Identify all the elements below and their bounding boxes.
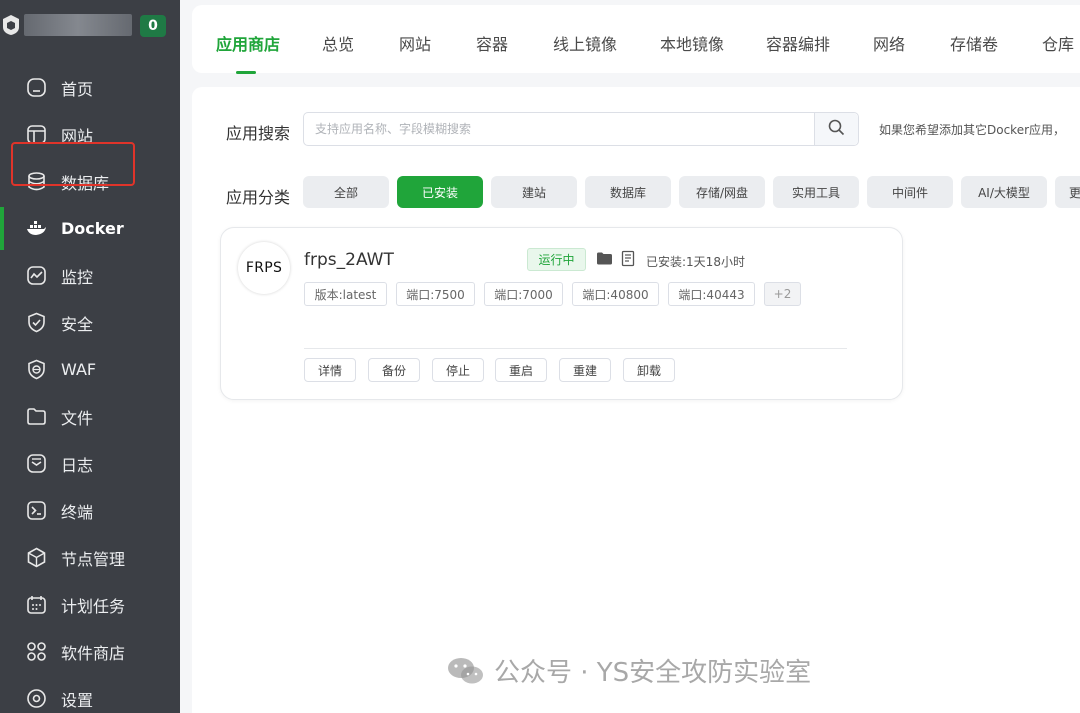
sidebar-item-label: WAF: [61, 360, 97, 379]
tab-compose[interactable]: 容器编排: [766, 31, 830, 55]
sidebar-item-settings[interactable]: 设置: [0, 675, 180, 713]
category-more[interactable]: 更: [1055, 176, 1080, 208]
tab-overview[interactable]: 总览: [322, 31, 354, 55]
backup-button[interactable]: 备份: [368, 358, 420, 382]
settings-icon: [26, 688, 47, 709]
sidebar-item-label: Docker: [61, 219, 124, 238]
app-logo: FRPS: [238, 242, 290, 294]
sidebar-item-label: 文件: [61, 408, 94, 428]
tab-local-images[interactable]: 本地镜像: [660, 31, 724, 55]
sidebar-item-label: 日志: [61, 455, 94, 475]
card-divider: [304, 348, 847, 349]
apps-icon: [26, 641, 47, 662]
brand-logo-icon: [2, 14, 20, 36]
rebuild-button[interactable]: 重建: [559, 358, 611, 382]
app-store-panel: 应用搜索 如果您希望添加其它Docker应用， 应用分类 全部 已安装 建站 数…: [192, 87, 1080, 713]
sidebar-item-docker[interactable]: Docker: [0, 205, 180, 252]
search-button[interactable]: [814, 113, 858, 145]
tab-network[interactable]: 网络: [873, 31, 905, 55]
port-tag: 端口:7500: [396, 282, 475, 306]
sidebar-item-terminal[interactable]: 终端: [0, 487, 180, 534]
category-tools[interactable]: 实用工具: [773, 176, 859, 208]
watermark-text: 公众号 · YS安全攻防实验室: [494, 658, 812, 688]
sidebar-item-cron[interactable]: 计划任务: [0, 581, 180, 628]
app-quick-actions: [596, 250, 637, 267]
log-icon: [26, 453, 47, 474]
port-tag: 端口:7000: [484, 282, 563, 306]
search-icon: [828, 119, 845, 140]
sidebar-item-label: 监控: [61, 267, 94, 287]
main-area: 应用商店 总览 网站 容器 线上镜像 本地镜像 容器编排 网络 存储卷 仓库 应…: [180, 0, 1080, 713]
brand: 0: [0, 0, 180, 52]
shield-icon: [26, 312, 47, 333]
tab-volumes[interactable]: 存储卷: [950, 31, 998, 55]
tab-app-store[interactable]: 应用商店: [216, 31, 280, 55]
docker-tabs: 应用商店 总览 网站 容器 线上镜像 本地镜像 容器编排 网络 存储卷 仓库: [192, 5, 1080, 74]
add-app-hint: 如果您希望添加其它Docker应用，: [879, 123, 1066, 137]
sidebar-item-label: 安全: [61, 314, 94, 334]
more-ports-tag[interactable]: +2: [764, 282, 801, 306]
installed-duration: 已安装:1天18小时: [646, 255, 745, 269]
status-badge: 运行中: [527, 248, 586, 271]
port-tag: 端口:40800: [572, 282, 659, 306]
details-button[interactable]: 详情: [304, 358, 356, 382]
home-icon: [26, 77, 47, 98]
tab-website[interactable]: 网站: [399, 31, 431, 55]
category-installed[interactable]: 已安装: [397, 176, 483, 208]
notification-badge[interactable]: 0: [140, 15, 166, 37]
sidebar-item-label: 设置: [61, 690, 94, 710]
category-middleware[interactable]: 中间件: [867, 176, 953, 208]
sidebar-item-label: 首页: [61, 79, 94, 99]
sidebar-item-monitor[interactable]: 监控: [0, 252, 180, 299]
sidebar-item-label: 节点管理: [61, 549, 126, 569]
category-database[interactable]: 数据库: [585, 176, 671, 208]
folder-icon[interactable]: [596, 250, 613, 267]
wechat-icon: [446, 656, 486, 686]
sidebar-item-security[interactable]: 安全: [0, 299, 180, 346]
sidebar-item-files[interactable]: 文件: [0, 393, 180, 440]
app-name: frps_2AWT: [304, 250, 394, 270]
version-tag: 版本:latest: [304, 282, 387, 306]
category-website[interactable]: 建站: [491, 176, 577, 208]
log-file-icon[interactable]: [620, 250, 637, 267]
sidebar-item-label: 终端: [61, 502, 94, 522]
docker-icon: [26, 218, 47, 239]
sidebar: 0 首页 网站 数据库 Docker 监控 安全 WAF 文件 日志 终端 节点…: [0, 0, 180, 713]
sidebar-item-label: 软件商店: [61, 643, 126, 663]
tab-registry[interactable]: 仓库: [1042, 31, 1074, 55]
watermark: 公众号 · YS安全攻防实验室: [446, 652, 811, 689]
tab-containers[interactable]: 容器: [476, 31, 508, 55]
sidebar-item-home[interactable]: 首页: [0, 64, 180, 111]
sidebar-item-nodes[interactable]: 节点管理: [0, 534, 180, 581]
search-label: 应用搜索: [226, 124, 291, 143]
category-ai[interactable]: AI/大模型: [961, 176, 1047, 208]
uninstall-button[interactable]: 卸载: [623, 358, 675, 382]
category-all[interactable]: 全部: [303, 176, 389, 208]
category-storage[interactable]: 存储/网盘: [679, 176, 765, 208]
search-input[interactable]: [304, 113, 814, 145]
brand-name-redacted: [24, 14, 132, 36]
highlight-frame: [11, 142, 135, 186]
search-box: [303, 112, 859, 146]
app-card: FRPS frps_2AWT 运行中 已安装:1天18小时 版本:latest …: [220, 227, 903, 400]
restart-button[interactable]: 重启: [495, 358, 547, 382]
monitor-icon: [26, 265, 47, 286]
node-icon: [26, 547, 47, 568]
sidebar-item-waf[interactable]: WAF: [0, 346, 180, 393]
waf-icon: [26, 359, 47, 380]
calendar-icon: [26, 594, 47, 615]
tab-online-images[interactable]: 线上镜像: [553, 31, 617, 55]
sidebar-item-app-store[interactable]: 软件商店: [0, 628, 180, 675]
port-tag: 端口:40443: [668, 282, 755, 306]
folder-icon: [26, 406, 47, 427]
terminal-icon: [26, 500, 47, 521]
sidebar-item-logs[interactable]: 日志: [0, 440, 180, 487]
active-tab-indicator: [236, 71, 256, 74]
sidebar-item-label: 计划任务: [61, 596, 126, 616]
stop-button[interactable]: 停止: [432, 358, 484, 382]
category-label: 应用分类: [226, 188, 291, 207]
